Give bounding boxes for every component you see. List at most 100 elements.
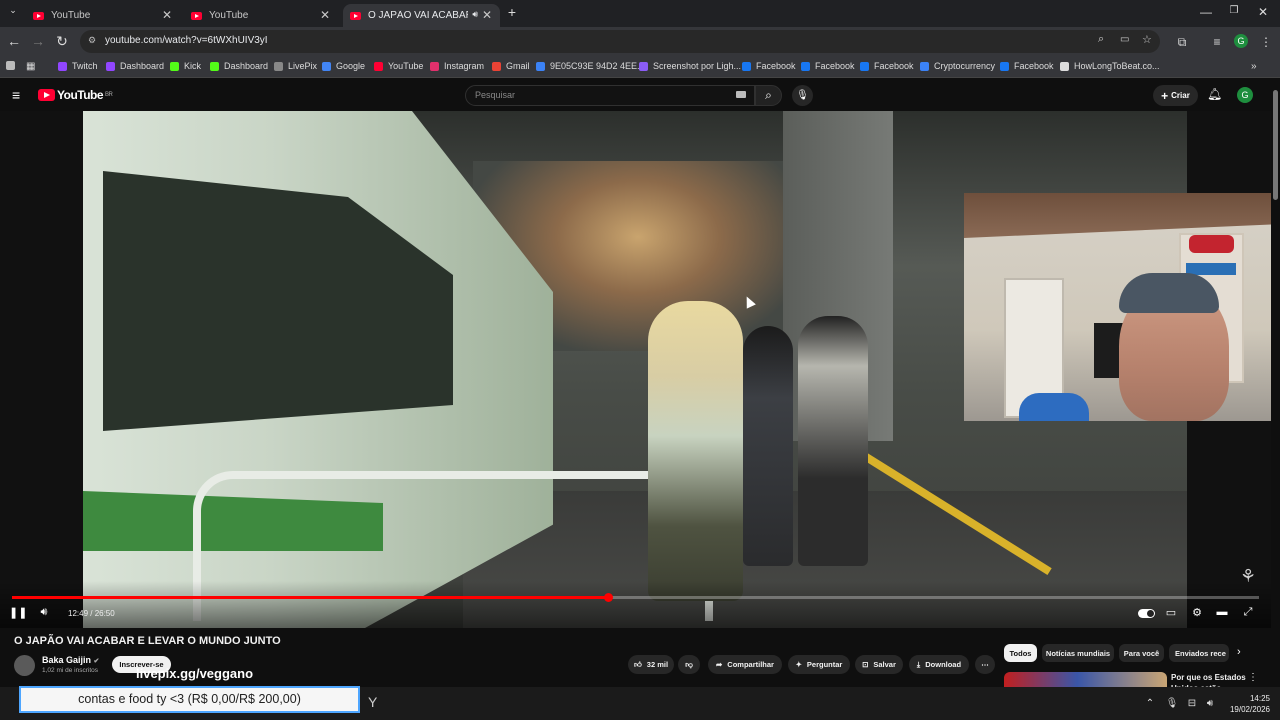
like-button[interactable]: 👍︎ 32 mil [628,655,674,674]
dislike-button[interactable]: 👎︎ [678,655,700,674]
webcam-cap [1119,273,1219,313]
bookmark-star-icon[interactable]: ☆ [1142,33,1152,46]
minimize-button[interactable]: — [1196,5,1216,19]
address-bar[interactable]: ⚙ youtube.com/watch?v=6tWXhUIV3yI ⌕ ▭ ☆ [80,30,1160,53]
bookmark-item[interactable]: Facebook [801,61,855,71]
bookmark-item[interactable]: Dashboard [106,61,164,71]
tray-network-icon[interactable]: ⊟ [1185,698,1199,709]
chip-for-you[interactable]: Para você [1119,644,1164,662]
media-controls-icon[interactable]: ≡ [1209,35,1225,49]
tray-volume-icon[interactable]: 🔊︎ [1203,698,1217,709]
search-box[interactable] [465,85,755,106]
bookmark-label: Kick [184,61,202,71]
bookmark-favicon-icon [430,61,439,71]
extensions-icon[interactable]: ⧉ [1174,35,1190,50]
reload-icon[interactable]: ↻ [53,33,71,50]
bookmark-item[interactable]: Gmail [492,61,530,71]
subtitles-icon[interactable]: ▭ [1163,606,1179,619]
bookmark-item[interactable]: LivePix [274,61,317,71]
ask-button[interactable]: ✦ Perguntar [788,655,850,674]
restore-button[interactable]: ❐ [1224,5,1244,16]
volume-icon[interactable]: 🔊︎ [36,606,52,619]
bookmark-item[interactable]: Cryptocurrency [920,61,995,71]
tab-close-icon[interactable]: ✕ [162,8,172,22]
bookmark-item[interactable]: HowLongToBeat.co... [1060,61,1160,71]
bookmark-label: Dashboard [224,61,269,71]
theater-mode-icon[interactable]: ▬ [1214,606,1230,618]
share-button[interactable]: ➦ Compartilhar [708,655,782,674]
tab-youtube-2[interactable]: YouTube ✕ [184,4,338,27]
bookmark-item[interactable]: Facebook [860,61,914,71]
zoom-icon[interactable]: ⌕ [1098,33,1104,46]
chip-all[interactable]: Todos [1004,644,1037,662]
keyboard-icon[interactable] [736,91,746,98]
site-info-icon[interactable]: ⚙ [88,35,96,46]
progress-scrubber[interactable] [604,593,614,602]
tab-close-icon[interactable]: ✕ [320,8,330,22]
bookmark-item[interactable]: Twitch [58,61,98,71]
settings-gear-icon[interactable]: ⚙ [1189,606,1205,619]
browser-profile-avatar[interactable]: G [1234,34,1248,48]
subscriber-count: 1,02 mi de inscritos [42,667,98,674]
browser-menu-icon[interactable]: ⋮ [1258,35,1274,49]
bookmark-item[interactable]: 9E05C93E 94D2 4EE... [536,61,645,71]
close-window-button[interactable]: ✕ [1253,5,1273,19]
search-button[interactable]: ⌕ [755,85,782,106]
bookmark-label: Twitch [72,61,98,71]
share-label: Compartilhar [727,660,774,669]
new-tab-button[interactable]: + [503,4,521,20]
search-input[interactable] [475,90,715,100]
apps-icon[interactable]: ▦ [26,61,35,72]
autoplay-toggle[interactable] [1138,609,1155,618]
tray-mic-icon[interactable]: 🎙︎ [1165,698,1179,709]
tab-active-video[interactable]: O JAPÃO VAI ACABAR E LEV 🔊︎ ✕ [343,4,500,27]
download-button[interactable]: ⤓ Download [909,655,969,674]
bookmark-item[interactable]: Google [322,61,365,71]
progress-bar[interactable] [12,593,1259,602]
chip-recently-uploaded[interactable]: Enviados rece [1169,644,1229,662]
chip-world-news[interactable]: Notícias mundiais [1042,644,1114,662]
save-label: Salvar [873,660,896,669]
bookmark-item[interactable]: Dashboard [210,61,268,71]
youtube-logo[interactable]: YouTube BR [38,88,113,102]
channel-name[interactable]: Baka Gaijin ✔ [42,655,99,665]
recommended-menu-icon[interactable]: ⋮ [1248,672,1258,683]
notifications-bell-icon[interactable]: 🔔︎ [1207,87,1222,101]
bookmark-favicon-icon [639,61,648,71]
youtube-account-avatar[interactable]: G [1237,87,1253,103]
tray-overflow-icon[interactable]: ⌃ [1143,698,1157,709]
save-button[interactable]: ⊡ Salvar [855,655,903,674]
tab-close-icon[interactable]: ✕ [482,8,492,22]
chips-next-icon[interactable]: › [1237,646,1241,658]
bookmark-favicon-icon [801,61,810,71]
taskbar-clock[interactable]: 14:25 19/02/2026 [1224,693,1270,715]
bookmark-item[interactable]: YouTube [374,61,423,71]
taskbar-app-icon[interactable]: Y [368,694,377,710]
bookmark-label: HowLongToBeat.co... [1074,61,1160,71]
tab-youtube-1[interactable]: YouTube ✕ [26,4,180,27]
more-actions-button[interactable]: ⋯ [975,655,995,674]
pause-icon[interactable]: ❚❚ [9,606,27,619]
fullscreen-icon[interactable]: ⤢ [1240,606,1256,619]
page-scrollbar[interactable] [1271,80,1280,687]
more-bookmarks-icon[interactable]: » [1251,61,1257,72]
hamburger-menu-icon[interactable]: ≡ [12,87,20,103]
scrollbar-thumb[interactable] [1273,90,1278,200]
bookmark-item[interactable]: Instagram [430,61,484,71]
back-icon[interactable]: ← [5,33,23,49]
create-button[interactable]: + Criar [1153,85,1198,106]
channel-avatar[interactable] [14,655,35,676]
cast-icon[interactable]: ▭ [1120,34,1129,45]
bookmark-item[interactable]: Kick [170,61,201,71]
youtube-favicon-icon [33,11,44,20]
tab-search-icon[interactable]: ⌄ [4,5,22,16]
bookmark-label: 9E05C93E 94D2 4EE... [550,61,645,71]
sidebar-toggle-icon[interactable] [6,61,20,70]
bookmark-item[interactable]: Facebook [1000,61,1054,71]
forward-icon[interactable]: → [29,33,47,49]
bookmark-item[interactable]: Facebook [742,61,796,71]
bookmark-item[interactable]: Screenshot por Ligh... [639,61,741,71]
speaker-icon[interactable]: 🔊︎ [472,9,478,20]
video-player[interactable]: ⚘ ❚❚ 🔊︎ 12:49 / 26:50 ▭ ⚙ ▬ ⤢ [0,111,1271,628]
voice-search-button[interactable]: 🎙︎ [792,85,813,106]
